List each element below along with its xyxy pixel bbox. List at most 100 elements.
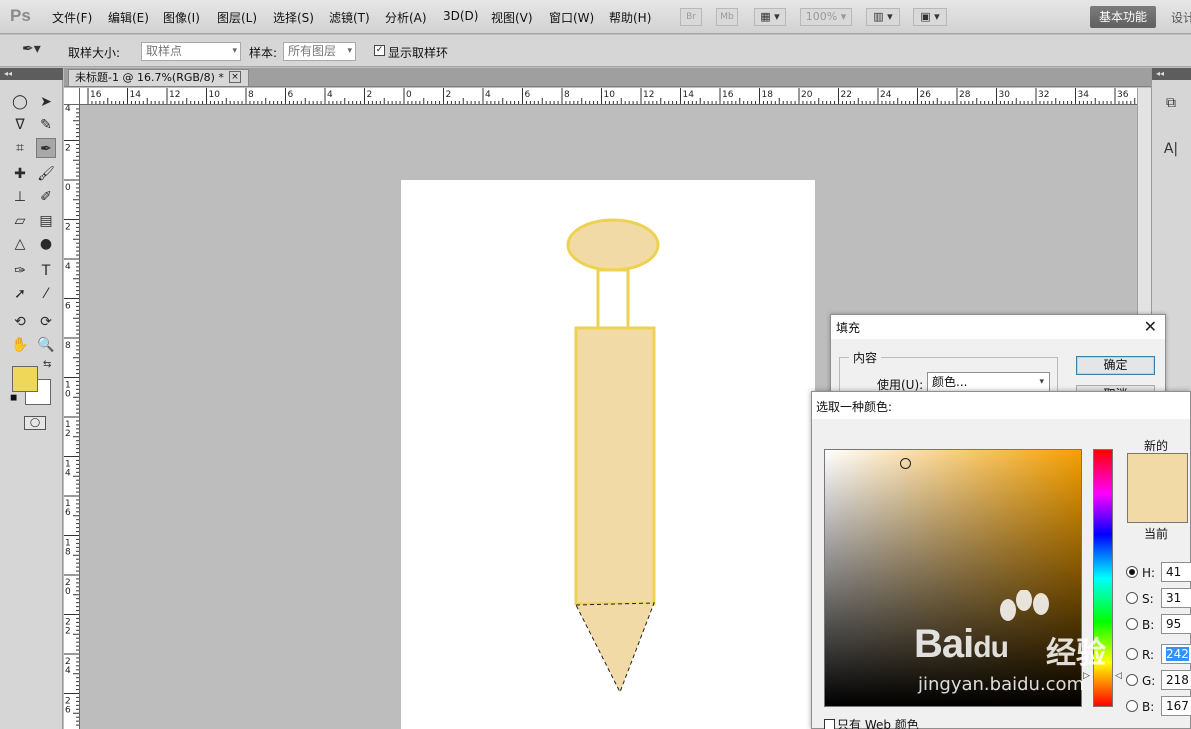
- jingyan-brand-text: 经验: [1046, 636, 1106, 671]
- 3d-rotate-icon[interactable]: ⟲: [10, 312, 30, 332]
- workspace-essentials-button[interactable]: 基本功能: [1090, 6, 1156, 28]
- blur-tool-icon[interactable]: △: [10, 234, 30, 254]
- watermark-url: jingyan.baidu.com: [918, 674, 1085, 695]
- menu-image[interactable]: 图像(I): [163, 9, 200, 26]
- eraser-tool-icon[interactable]: ▱: [10, 211, 30, 231]
- ruler-label: 0: [65, 390, 71, 400]
- hand-tool-icon[interactable]: ✋: [10, 335, 30, 355]
- menu-layer[interactable]: 图层(L): [217, 9, 257, 26]
- menu-file[interactable]: 文件(F): [52, 9, 92, 26]
- character-panel-icon[interactable]: A|: [1160, 138, 1182, 160]
- ruler-label: 8: [564, 90, 570, 100]
- 3d-orbit-icon[interactable]: ⟳: [36, 312, 56, 332]
- hue-radio[interactable]: [1126, 566, 1138, 578]
- arrange-documents-button[interactable]: ▥ ▾: [866, 8, 900, 26]
- chevron-down-icon: ▾: [232, 46, 237, 56]
- line-tool-icon[interactable]: ⁄: [36, 284, 56, 304]
- menu-select[interactable]: 选择(S): [273, 9, 314, 26]
- panel-collapse-icon[interactable]: ◂◂: [0, 68, 63, 80]
- healing-brush-icon[interactable]: ✚: [10, 164, 30, 184]
- history-panel-icon[interactable]: ⧉: [1160, 92, 1182, 114]
- ellipse-shape: [566, 218, 660, 272]
- ruler-label: 4: [65, 262, 71, 272]
- move-tool-icon[interactable]: ➤: [36, 92, 56, 112]
- menu-view[interactable]: 视图(V): [491, 9, 533, 26]
- color-marker[interactable]: [900, 458, 911, 469]
- eyedropper-tool-icon[interactable]: ✒: [36, 138, 56, 158]
- ruler-label: 4: [65, 469, 71, 479]
- document-tab-title: 未标题-1 @ 16.7%(RGB/8) *: [75, 71, 224, 84]
- ok-button[interactable]: 确定: [1076, 356, 1155, 375]
- menu-filter[interactable]: 滤镜(T): [329, 9, 370, 26]
- path-selection-icon[interactable]: ➚: [10, 284, 30, 304]
- ruler-label: 2: [65, 429, 71, 439]
- ruler-label: 2: [446, 90, 452, 100]
- ruler-label: 2: [65, 627, 71, 637]
- ruler-label: 6: [525, 90, 531, 100]
- sample-select[interactable]: 所有图层 ▾: [283, 42, 356, 61]
- ruler-origin[interactable]: [64, 88, 80, 105]
- bridge-button[interactable]: Br: [680, 8, 702, 26]
- history-brush-icon[interactable]: ✐: [36, 187, 56, 207]
- gradient-tool-icon[interactable]: ▤: [36, 211, 56, 231]
- zoom-level-select[interactable]: 100% ▾: [800, 8, 852, 26]
- show-sampling-ring-checkbox[interactable]: ✓: [374, 45, 385, 56]
- brush-tool-icon[interactable]: 🖌: [36, 164, 56, 184]
- crop-tool-icon[interactable]: ⌗: [10, 138, 30, 158]
- quick-mask-icon[interactable]: ◯: [24, 416, 46, 430]
- pen-tool-icon[interactable]: ✑: [10, 261, 30, 281]
- ruler-label: 28: [959, 90, 971, 100]
- sample-size-select[interactable]: 取样点 ▾: [141, 42, 241, 61]
- ruler-label: 4: [65, 105, 71, 114]
- ruler-label: 18: [762, 90, 774, 100]
- menu-window[interactable]: 窗口(W): [549, 9, 594, 26]
- menu-edit[interactable]: 编辑(E): [108, 9, 149, 26]
- hue-input[interactable]: 41: [1161, 562, 1191, 582]
- lasso-tool-icon[interactable]: ᐁ: [10, 115, 30, 135]
- menu-3d[interactable]: 3D(D): [443, 9, 478, 23]
- default-colors-icon[interactable]: ◼: [10, 393, 17, 403]
- ruler-label: 14: [683, 90, 695, 100]
- type-tool-icon[interactable]: T: [36, 261, 56, 281]
- mini-bridge-button[interactable]: Mb: [716, 8, 738, 26]
- use-select[interactable]: 颜色... ▾: [927, 372, 1050, 393]
- clone-stamp-icon[interactable]: ⊥: [10, 187, 30, 207]
- close-tab-icon[interactable]: ×: [229, 71, 241, 83]
- view-extras-button[interactable]: ▦ ▾: [754, 8, 786, 26]
- vertical-ruler-ticks: 4202468101214161820222426: [64, 105, 79, 726]
- fill-dialog-title: 填充: [836, 321, 861, 335]
- blue-radio[interactable]: [1126, 700, 1138, 712]
- checkbox-box[interactable]: [824, 719, 835, 729]
- ruler-label: 6: [65, 508, 71, 518]
- quick-selection-icon[interactable]: ✎: [36, 115, 56, 135]
- ruler-label: 4: [327, 90, 333, 100]
- workspace-design-button[interactable]: 设计: [1171, 9, 1191, 26]
- dodge-tool-icon[interactable]: ●: [36, 234, 56, 254]
- menu-help[interactable]: 帮助(H): [609, 9, 651, 26]
- panel-expand-icon[interactable]: ◂◂: [1152, 68, 1191, 80]
- baidu-jingyan-watermark: Baidu 经验 jingyan.baidu.com: [910, 590, 1180, 700]
- zoom-tool-icon[interactable]: 🔍: [36, 335, 56, 355]
- ruler-label: 4: [485, 90, 491, 100]
- body-rectangle-shape: [574, 326, 656, 606]
- ruler-label: 6: [288, 90, 294, 100]
- blue-label: B:: [1142, 700, 1155, 714]
- close-icon[interactable]: ✕: [1144, 317, 1157, 336]
- tip-selection-shape: [575, 602, 655, 694]
- baidu-brand-text: Baidu: [914, 622, 1009, 666]
- ruler-label: 16: [90, 90, 102, 100]
- eyedropper-preset-icon[interactable]: ✒▾: [22, 41, 41, 57]
- sample-label: 样本:: [249, 46, 278, 60]
- swap-colors-icon[interactable]: ⇆: [43, 359, 51, 370]
- screen-mode-button[interactable]: ▣ ▾: [913, 8, 947, 26]
- new-color-swatch: [1127, 453, 1188, 523]
- document-tab[interactable]: 未标题-1 @ 16.7%(RGB/8) *: [68, 69, 249, 86]
- neck-rectangle-shape: [596, 268, 630, 330]
- ruler-label: 24: [880, 90, 892, 100]
- foreground-color-swatch[interactable]: [12, 366, 38, 392]
- web-colors-only-checkbox[interactable]: 只有 Web 颜色: [824, 716, 919, 729]
- document-canvas[interactable]: [401, 180, 815, 729]
- chevron-down-icon: ▾: [1039, 377, 1044, 387]
- menu-analysis[interactable]: 分析(A): [385, 9, 427, 26]
- elliptical-marquee-icon[interactable]: ◯: [10, 92, 30, 112]
